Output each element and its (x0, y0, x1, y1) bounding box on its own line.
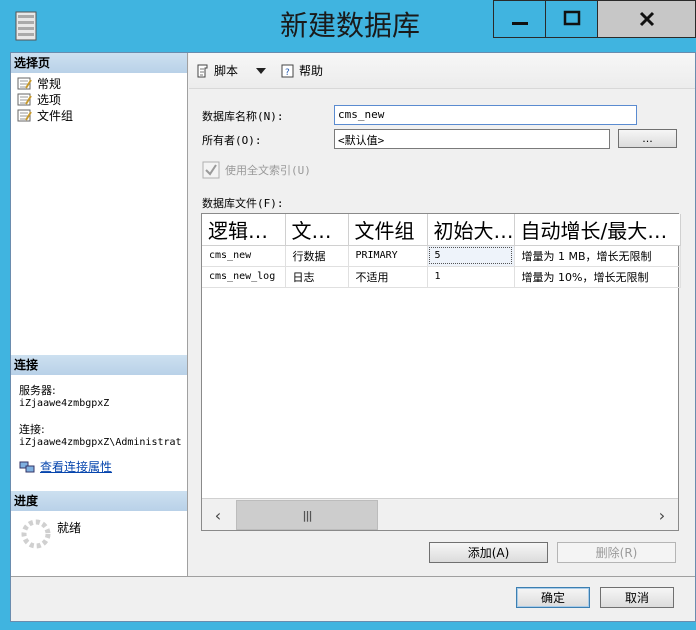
connection-value: iZjaawe4zmbgpxZ\Administrat (19, 437, 182, 448)
script-icon (197, 64, 208, 77)
nav-item-options[interactable]: 选项 (11, 92, 187, 108)
script-button[interactable]: 脚本 (195, 62, 238, 79)
help-icon: ? (281, 64, 294, 78)
progress-spinner-icon (21, 519, 51, 549)
column-header-logical-name[interactable]: 逻辑名称 (202, 214, 286, 246)
select-page-header: 选择页 (11, 53, 187, 73)
db-files-grid: 逻辑名称 文件类型 文件组 初始大小(MB) 自动增长/最大大小 cms_new… (201, 213, 681, 531)
scroll-left-button[interactable]: ‹ (202, 499, 234, 531)
db-name-label: 数据库名称(N): (202, 110, 284, 123)
db-name-input[interactable]: cms_new (334, 105, 637, 125)
fulltext-checkbox[interactable] (202, 161, 220, 179)
dialog-body: 选择页 常规 选项 文件组 连接 服务器: iZjaawe4zmbgpxZ 连接… (10, 52, 696, 622)
cell-file-type[interactable]: 行数据 (285, 245, 349, 267)
title-bar: 新建数据库 (0, 0, 696, 52)
table-row[interactable]: cms_new 行数据 PRIMARY 5 增量为 1 MB，增长无限制 (202, 245, 681, 267)
grip-icon: ||| (302, 508, 312, 522)
horizontal-scrollbar[interactable]: ‹ ||| › (202, 498, 678, 530)
owner-input[interactable]: <默认值> (334, 129, 610, 149)
right-pane: 脚本 ? 帮助 数据库名称(N): cms_new 所有者(O): <默认值> … (189, 53, 695, 576)
db-files-label: 数据库文件(F): (202, 197, 284, 210)
maximize-button[interactable] (545, 0, 598, 38)
help-button[interactable]: ? 帮助 (280, 62, 323, 79)
maximize-icon (563, 10, 580, 26)
nav-item-label: 文件组 (37, 109, 74, 123)
column-header-initial-size[interactable]: 初始大小(MB) (427, 214, 515, 246)
database-app-icon (15, 11, 37, 41)
column-header-autogrowth[interactable]: 自动增长/最大大小 (514, 214, 681, 246)
fulltext-label: 使用全文索引(U) (225, 164, 311, 177)
close-icon (639, 11, 654, 27)
cell-filegroup[interactable]: 不适用 (348, 266, 428, 288)
column-header-file-type[interactable]: 文件类型 (285, 214, 349, 246)
cancel-button[interactable]: 取消 (600, 587, 674, 608)
table-row[interactable]: cms_new_log 日志 不适用 1 增量为 10%，增长无限制 (202, 266, 681, 288)
page-icon (17, 77, 32, 90)
nav-item-label: 选项 (37, 93, 62, 107)
left-pane: 选择页 常规 选项 文件组 连接 服务器: iZjaawe4zmbgpxZ 连接… (11, 53, 188, 576)
window-title: 新建数据库 (279, 9, 420, 42)
nav-item-filegroups[interactable]: 文件组 (11, 108, 187, 124)
connection-header: 连接 (11, 355, 187, 375)
cell-initial-size[interactable]: 1 (427, 266, 515, 288)
progress-status: 就绪 (57, 521, 82, 535)
server-label: 服务器: (19, 384, 56, 397)
nav-item-general[interactable]: 常规 (11, 76, 187, 92)
cell-autogrowth[interactable]: 增量为 10%，增长无限制 (514, 266, 681, 288)
owner-browse-button[interactable]: ... (618, 129, 677, 148)
page-icon (17, 93, 32, 106)
column-header-filegroup[interactable]: 文件组 (348, 214, 428, 246)
ok-button[interactable]: 确定 (516, 587, 590, 608)
cell-filegroup[interactable]: PRIMARY (348, 245, 428, 267)
scroll-right-button[interactable]: › (646, 499, 678, 531)
bottom-button-bar: 确定 取消 (11, 576, 695, 621)
script-dropdown-arrow[interactable] (254, 67, 268, 75)
cell-logical-name[interactable]: cms_new_log (202, 266, 286, 288)
cell-initial-size[interactable]: 5 (427, 245, 515, 267)
owner-label: 所有者(O): (202, 134, 262, 147)
server-value: iZjaawe4zmbgpxZ (19, 398, 110, 409)
minimize-icon (511, 22, 528, 25)
toolbar: 脚本 ? 帮助 (189, 53, 695, 89)
connection-properties-icon (19, 461, 35, 472)
close-button[interactable] (597, 0, 696, 38)
script-label: 脚本 (214, 64, 239, 78)
svg-text:?: ? (285, 68, 290, 78)
connection-label: 连接: (19, 423, 45, 436)
view-connection-properties-link[interactable]: 查看连接属性 (40, 458, 112, 475)
page-icon (17, 109, 32, 122)
cell-file-type[interactable]: 日志 (285, 266, 349, 288)
remove-button[interactable]: 删除(R) (557, 542, 676, 563)
scrollbar-thumb[interactable]: ||| (236, 500, 378, 530)
help-label: 帮助 (299, 64, 324, 78)
cell-autogrowth[interactable]: 增量为 1 MB，增长无限制 (514, 245, 681, 267)
chevron-down-icon (256, 67, 267, 74)
add-button[interactable]: 添加(A) (429, 542, 548, 563)
minimize-button[interactable] (493, 0, 546, 38)
nav-item-label: 常规 (37, 77, 62, 91)
cell-logical-name[interactable]: cms_new (202, 245, 286, 267)
progress-header: 进度 (11, 491, 187, 511)
